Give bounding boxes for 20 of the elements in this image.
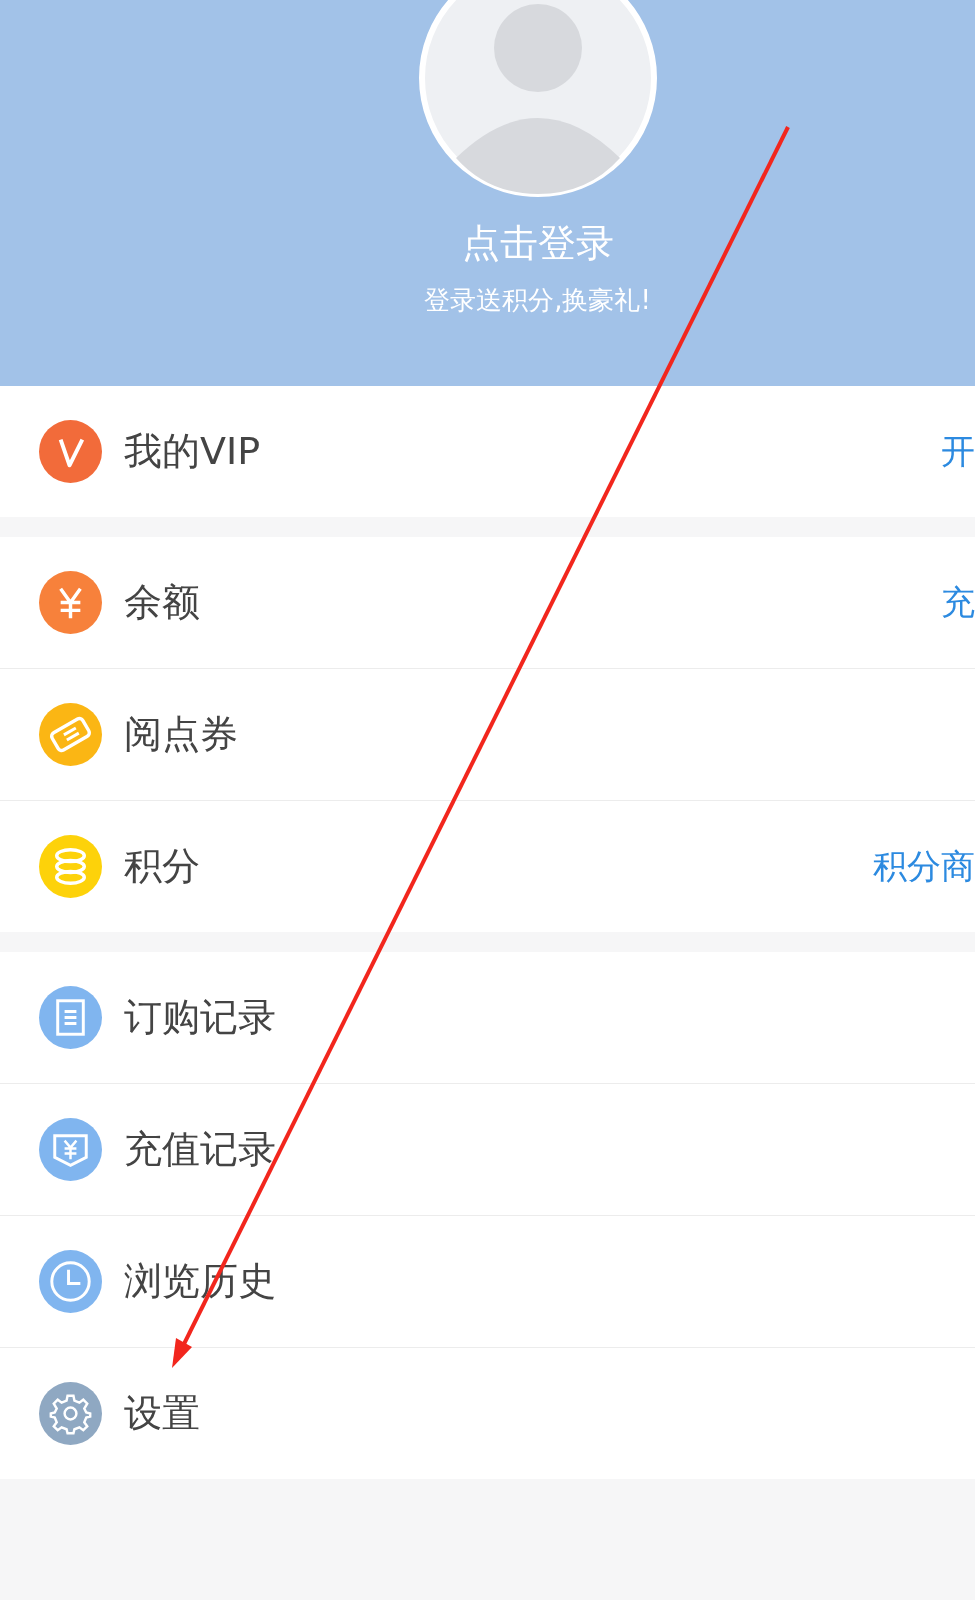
action-link[interactable]: 开: [941, 428, 975, 475]
avatar-icon[interactable]: [417, 0, 658, 198]
document-icon: [39, 986, 102, 1049]
menu-label: 充值记录: [124, 1126, 276, 1173]
settings-icon: [39, 1382, 102, 1445]
coin-stack-icon: [39, 835, 102, 898]
menu-label: 设置: [124, 1390, 200, 1437]
menu-label: 余额: [124, 579, 200, 626]
menu-label: 我的VIP: [124, 428, 261, 475]
action-link[interactable]: 充: [941, 579, 975, 626]
ticket-icon: [39, 703, 102, 766]
action-link[interactable]: 积分商: [873, 843, 975, 890]
menu-label: 阅点券: [124, 711, 238, 758]
v-letter-icon: [39, 420, 102, 483]
clock-icon: [39, 1250, 102, 1313]
menu-label: 积分: [124, 843, 200, 890]
login-subtitle: 登录送积分,换豪礼!: [424, 284, 651, 317]
yuan-shield-icon: [39, 1118, 102, 1181]
yuan-icon: [39, 571, 102, 634]
menu-label: 订购记录: [124, 994, 276, 1041]
